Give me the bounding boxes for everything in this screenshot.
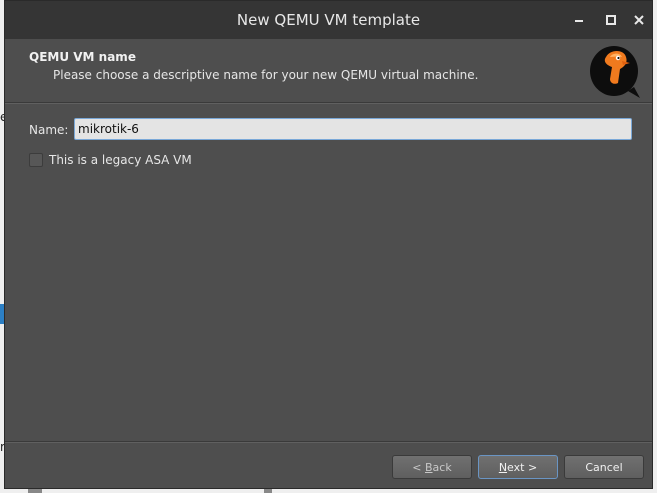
- maximize-icon: [606, 15, 616, 25]
- background-fragment: [28, 489, 42, 493]
- title-bar[interactable]: New QEMU VM template: [5, 1, 652, 39]
- background-fragment: [264, 489, 272, 493]
- legacy-asa-checkbox[interactable]: [29, 153, 43, 167]
- header-divider: [5, 102, 652, 103]
- next-button[interactable]: Next >: [478, 455, 558, 479]
- name-label: Name:: [29, 123, 69, 137]
- wizard-header: QEMU VM name Please choose a descriptive…: [5, 39, 652, 101]
- back-button-label: ack: [432, 460, 452, 474]
- close-icon: [634, 15, 644, 25]
- minimize-icon: [575, 20, 583, 22]
- close-button[interactable]: [630, 11, 648, 29]
- cancel-button[interactable]: Cancel: [564, 455, 644, 479]
- back-button[interactable]: < Back: [392, 455, 472, 479]
- footer-divider: [5, 441, 652, 442]
- page-subtitle: Please choose a descriptive name for you…: [53, 68, 479, 82]
- back-button-mnemonic: B: [425, 460, 433, 474]
- legacy-asa-label[interactable]: This is a legacy ASA VM: [49, 153, 192, 167]
- vm-name-input[interactable]: [74, 118, 632, 140]
- next-button-label: ext >: [507, 460, 538, 474]
- page-title: QEMU VM name: [29, 50, 136, 64]
- window-title: New QEMU VM template: [236, 11, 421, 29]
- minimize-button[interactable]: [570, 11, 588, 29]
- next-button-mnemonic: N: [498, 460, 508, 474]
- new-qemu-vm-dialog: New QEMU VM template QEMU VM name Please…: [4, 0, 653, 489]
- desktop: e r New QEMU VM template QEMU VM name Pl…: [0, 0, 657, 493]
- maximize-button[interactable]: [602, 11, 620, 29]
- legacy-asa-option[interactable]: This is a legacy ASA VM: [29, 152, 192, 168]
- qemu-logo-icon: [590, 46, 640, 98]
- back-button-prefix: <: [412, 460, 425, 474]
